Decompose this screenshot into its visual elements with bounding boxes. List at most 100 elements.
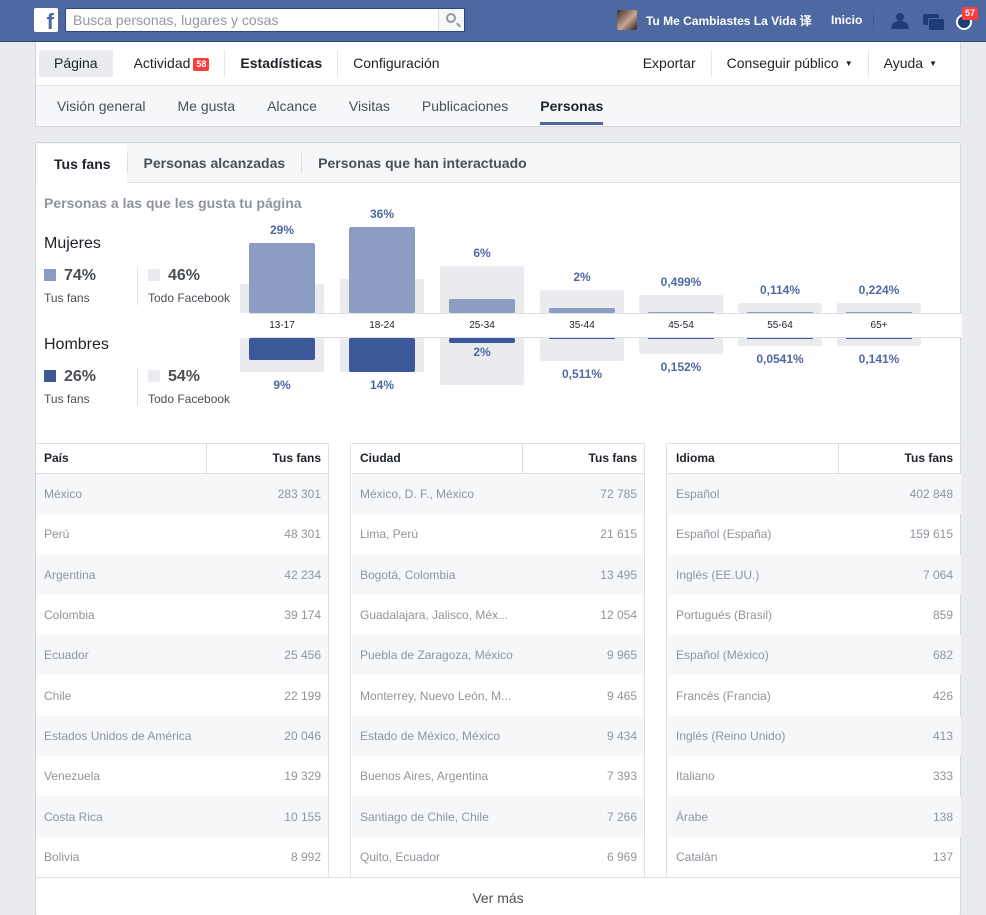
people-card: Tus fans Personas alcanzadas Personas qu… bbox=[35, 142, 962, 915]
women-bar[interactable] bbox=[747, 312, 813, 313]
row-value: 413 bbox=[932, 728, 953, 743]
subnav-likes[interactable]: Me gusta bbox=[161, 98, 251, 125]
friend-requests-icon[interactable] bbox=[889, 10, 911, 32]
tab-your-fans[interactable]: Tus fans bbox=[38, 143, 127, 184]
messages-icon[interactable] bbox=[922, 10, 945, 32]
row-label: México, D. F., México bbox=[360, 487, 475, 502]
column-header[interactable]: Tus fans bbox=[207, 444, 329, 473]
language-table: Idioma Tus fans Español 402 848 Español (Esp… bbox=[668, 443, 961, 877]
men-bar[interactable] bbox=[449, 338, 515, 343]
women-bar[interactable] bbox=[349, 226, 415, 313]
row-label: Quito, Ecuador bbox=[360, 849, 441, 864]
facebook-men-bar bbox=[738, 338, 822, 346]
age-tick-label: 55-64 bbox=[767, 320, 793, 331]
women-bar[interactable] bbox=[249, 243, 315, 313]
men-bar[interactable] bbox=[249, 338, 315, 360]
column-header[interactable]: Ciudad bbox=[352, 444, 523, 473]
table-row: Chile 22 199 bbox=[36, 675, 329, 715]
home-link[interactable]: Inicio bbox=[831, 13, 862, 27]
women-data-label: 0,224% bbox=[858, 282, 900, 297]
facebook-logo[interactable]: f bbox=[34, 8, 58, 32]
row-label: Árabe bbox=[676, 809, 709, 824]
search-input[interactable] bbox=[66, 9, 436, 31]
row-label: Italiano bbox=[676, 769, 715, 784]
table-body: México, D. F., México 72 785 Lima, Perú 21 … bbox=[352, 474, 645, 877]
table-row: Estados Unidos de América 20 046 bbox=[36, 715, 329, 757]
divider bbox=[137, 267, 138, 305]
row-value: 8 992 bbox=[290, 849, 321, 864]
men-fb-value: 54% bbox=[168, 368, 201, 385]
age-tick-label: 25-34 bbox=[469, 320, 495, 331]
row-label: Venezuela bbox=[44, 769, 101, 784]
row-label: Guadalajara, Jalisco, Méx... bbox=[360, 608, 509, 623]
row-value: 7 064 bbox=[922, 567, 953, 582]
men-data-label: 0,141% bbox=[858, 351, 900, 366]
city-table: Ciudad Tus fans México, D. F., México 72 78… bbox=[352, 443, 645, 877]
get-audience-button[interactable]: Conseguir público ▼ bbox=[712, 50, 868, 77]
women-bar[interactable] bbox=[549, 308, 615, 313]
table-row: Inglés (Reino Unido) 413 bbox=[668, 715, 961, 757]
row-value: 21 615 bbox=[600, 527, 637, 542]
nav-pagina[interactable]: Página bbox=[39, 50, 113, 77]
column-header[interactable]: Tus fans bbox=[523, 444, 645, 473]
nav-actividad[interactable]: Actividad 58 bbox=[119, 50, 225, 77]
row-value: 7 266 bbox=[606, 809, 637, 824]
men-color-swatch bbox=[44, 370, 56, 382]
tab-people-reached[interactable]: Personas alcanzadas bbox=[128, 143, 302, 183]
subnav-posts[interactable]: Publicaciones bbox=[406, 98, 524, 125]
subnav-visits[interactable]: Visitas bbox=[333, 98, 406, 125]
men-data-label: 0,152% bbox=[660, 359, 702, 374]
men-bar[interactable] bbox=[846, 338, 912, 339]
table-row: Santiago de Chile, Chile 7 266 bbox=[352, 796, 645, 837]
table-row: México 283 301 bbox=[36, 474, 329, 515]
women-bar[interactable] bbox=[846, 312, 912, 313]
women-label: Mujeres bbox=[44, 235, 101, 252]
search-box[interactable] bbox=[65, 8, 465, 32]
men-bar[interactable] bbox=[349, 338, 415, 372]
row-value: 859 bbox=[932, 608, 953, 623]
row-label: Buenos Aires, Argentina bbox=[360, 769, 489, 784]
subnav-people[interactable]: Personas bbox=[540, 98, 604, 125]
row-value: 13 495 bbox=[600, 567, 637, 582]
table-header: Idioma Tus fans bbox=[668, 443, 961, 474]
table-row: Perú 48 301 bbox=[36, 514, 329, 554]
facebook-color-swatch bbox=[148, 269, 160, 281]
column-header[interactable]: Idioma bbox=[668, 444, 839, 473]
row-value: 333 bbox=[932, 769, 953, 784]
age-tick-label: 13-17 bbox=[269, 320, 295, 331]
women-bar[interactable] bbox=[648, 311, 714, 313]
age-tick-label: 45-54 bbox=[668, 320, 694, 331]
subnav-reach[interactable]: Alcance bbox=[251, 98, 333, 125]
get-audience-label: Conseguir público bbox=[726, 55, 839, 71]
age-tick-label: 35-44 bbox=[569, 320, 595, 331]
table-row: Inglés (EE.UU.) 7 064 bbox=[668, 554, 961, 595]
help-button[interactable]: Ayuda ▼ bbox=[869, 50, 957, 77]
row-value: 7 393 bbox=[606, 769, 637, 784]
row-label: Colombia bbox=[44, 608, 95, 623]
see-more-button[interactable]: Ver más bbox=[36, 877, 960, 915]
export-button[interactable]: Exportar bbox=[628, 50, 711, 77]
row-value: 19 329 bbox=[284, 769, 321, 784]
nav-configuracion[interactable]: Configuración bbox=[338, 50, 454, 77]
women-data-label: 36% bbox=[369, 206, 395, 221]
row-label: Estados Unidos de América bbox=[44, 728, 192, 743]
row-label: Bolivia bbox=[44, 849, 80, 864]
table-row: Español 402 848 bbox=[668, 474, 961, 515]
tab-people-engaged[interactable]: Personas que han interactuado bbox=[302, 143, 543, 183]
top-bar: f Tu Me Cambiastes La Vida 译 Inicio 57 bbox=[0, 0, 986, 42]
women-bar[interactable] bbox=[449, 298, 515, 313]
row-value: 10 155 bbox=[284, 809, 321, 824]
row-value: 25 456 bbox=[284, 648, 321, 663]
column-header[interactable]: Tus fans bbox=[839, 444, 961, 473]
row-label: Inglés (Reino Unido) bbox=[676, 728, 786, 743]
subnav-overview[interactable]: Visión general bbox=[41, 98, 161, 125]
men-bar[interactable] bbox=[747, 338, 813, 339]
avatar bbox=[617, 10, 637, 30]
row-value: 6 969 bbox=[606, 849, 637, 864]
women-fans-label: Tus fans bbox=[44, 291, 90, 305]
men-bar[interactable] bbox=[648, 338, 714, 339]
column-header[interactable]: País bbox=[36, 444, 207, 473]
search-button[interactable] bbox=[438, 9, 464, 31]
nav-estadisticas[interactable]: Estadísticas bbox=[225, 50, 337, 77]
profile-link[interactable]: Tu Me Cambiastes La Vida 译 bbox=[617, 9, 812, 31]
